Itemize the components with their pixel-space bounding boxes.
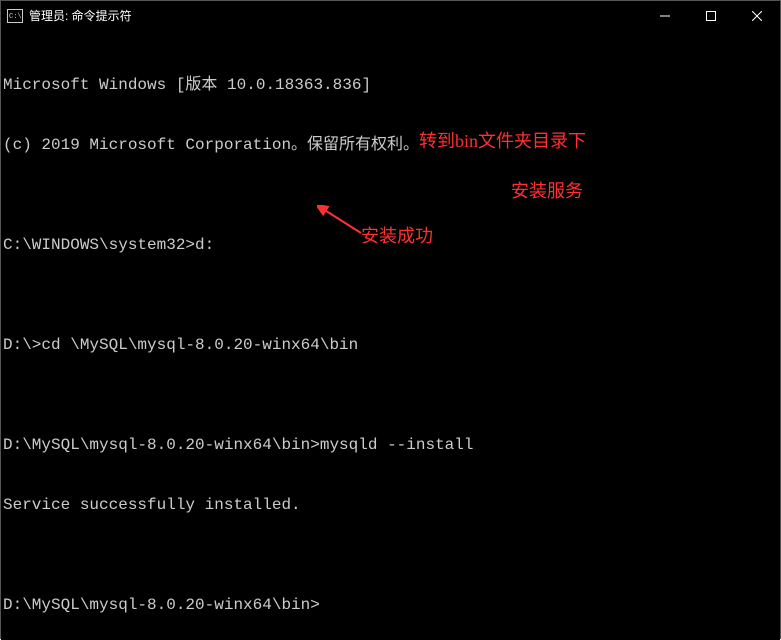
minimize-button[interactable] bbox=[642, 1, 688, 31]
annotation-cd-bin: 转到bin文件夹目录下 bbox=[419, 131, 586, 151]
terminal-line: D:\MySQL\mysql-8.0.20-winx64\bin> bbox=[3, 595, 778, 615]
terminal-area[interactable]: Microsoft Windows [版本 10.0.18363.836] (c… bbox=[1, 31, 780, 640]
terminal-line: Microsoft Windows [版本 10.0.18363.836] bbox=[3, 75, 778, 95]
terminal-line: D:\>cd \MySQL\mysql-8.0.20-winx64\bin bbox=[3, 335, 778, 355]
annotation-install-service: 安装服务 bbox=[511, 181, 583, 201]
close-button[interactable] bbox=[734, 1, 780, 31]
annotation-install-success: 安装成功 bbox=[361, 226, 433, 246]
svg-text:C:\: C:\ bbox=[9, 13, 22, 21]
arrow-icon bbox=[317, 205, 367, 239]
terminal-line: Service successfully installed. bbox=[3, 495, 778, 515]
terminal-line: D:\MySQL\mysql-8.0.20-winx64\bin>mysqld … bbox=[3, 435, 778, 455]
cmd-icon: C:\ bbox=[7, 9, 23, 23]
maximize-button[interactable] bbox=[688, 1, 734, 31]
window-title: 管理员: 命令提示符 bbox=[29, 1, 132, 31]
terminal-line: (c) 2019 Microsoft Corporation。保留所有权利。 bbox=[3, 135, 778, 155]
window-titlebar: C:\ 管理员: 命令提示符 bbox=[1, 1, 780, 31]
titlebar-controls bbox=[642, 1, 780, 31]
titlebar-left: C:\ 管理员: 命令提示符 bbox=[1, 1, 132, 31]
